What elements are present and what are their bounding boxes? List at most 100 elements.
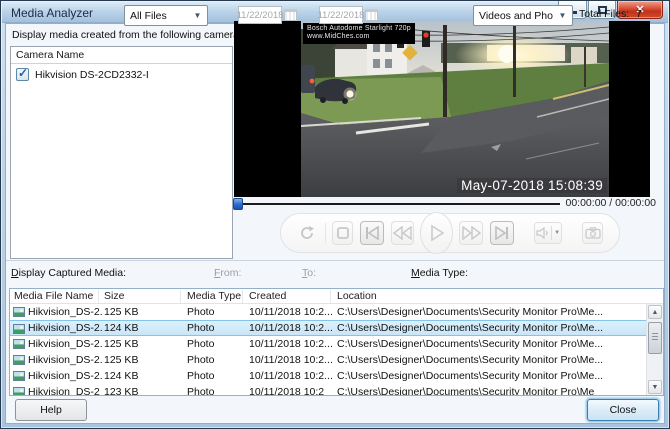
seek-thumb[interactable] xyxy=(233,198,243,210)
chevron-down-icon: ▼ xyxy=(190,8,205,23)
column-separator xyxy=(98,290,99,303)
fast-forward-button[interactable] xyxy=(459,221,483,245)
calendar-icon-2 xyxy=(365,9,378,21)
cell-file-name: Hikvision_DS-2... xyxy=(28,354,102,366)
table-row[interactable]: Hikvision_DS-2... 125 KB Photo 10/11/201… xyxy=(10,336,646,352)
media-type-label: Media Type: xyxy=(411,267,468,279)
camera-scene xyxy=(301,21,609,197)
cell-size: 125 KB xyxy=(104,354,174,366)
volume-dropdown-icon[interactable]: ▼ xyxy=(554,230,560,236)
cell-media-type: Photo xyxy=(187,306,245,318)
video-frame: Bosch Autodome Starlight 720p www.MidChe… xyxy=(301,21,609,197)
table-scrollbar[interactable]: ▲ ▼ xyxy=(646,304,663,395)
media-table: Media File Name Size Media Type Created … xyxy=(9,288,664,396)
table-row[interactable]: Hikvision_DS-2... 125 KB Photo 10/11/201… xyxy=(10,304,646,320)
cell-location: C:\Users\Designer\Documents\Security Mon… xyxy=(337,306,637,318)
scroll-up-button[interactable]: ▲ xyxy=(648,305,662,319)
volume-button[interactable]: ▼ xyxy=(534,222,562,244)
cell-file-name: Hikvision_DS-2... xyxy=(28,338,102,350)
cell-created: 10/11/2018 10:2... xyxy=(249,354,335,366)
time-display: 00:00:00 / 00:00:00 xyxy=(564,197,656,209)
repeat-button[interactable] xyxy=(297,220,318,246)
cell-size: 123 KB xyxy=(104,386,174,396)
cell-location: C:\Users\Designer\Documents\Security Mon… xyxy=(337,322,637,334)
cell-created: 10/11/2018 10:2... xyxy=(249,370,335,382)
table-row[interactable]: Hikvision_DS-2... 124 KB Photo 10/11/201… xyxy=(10,368,646,384)
table-row[interactable]: Hikvision_DS-2 123 KB Photo 10/11/2018 1… xyxy=(10,384,646,396)
cell-created: 10/11/2018 10:2 xyxy=(249,386,335,396)
cell-location: C:\Users\Designer\Documents\Security Mon… xyxy=(337,386,637,396)
camera-list-item[interactable]: ✓ Hikvision DS-2CD2332-I xyxy=(11,66,232,83)
camera-overlay-line2: www.MidChes.com xyxy=(307,33,411,41)
to-label: To: xyxy=(302,267,316,279)
table-header: Media File Name Size Media Type Created … xyxy=(10,289,663,304)
camera-timestamp: May-07-2018 15:08:39 xyxy=(457,178,607,193)
table-row-selected[interactable]: Hikvision_DS-2... 124 KB Photo 10/11/201… xyxy=(10,320,646,336)
camera-overlay-label: Bosch Autodome Starlight 720p www.MidChe… xyxy=(303,23,415,44)
cell-created: 10/11/2018 10:2... xyxy=(249,306,335,318)
snapshot-button[interactable] xyxy=(582,222,603,244)
scroll-down-button[interactable]: ▼ xyxy=(648,380,662,394)
camera-checkbox[interactable]: ✓ xyxy=(16,68,29,81)
seek-track[interactable] xyxy=(238,203,560,205)
column-created[interactable]: Created xyxy=(249,290,286,302)
display-captured-media-label: Display Captured Media: xyxy=(11,267,126,279)
scrollbar-grip xyxy=(652,336,658,337)
cell-media-type: Photo xyxy=(187,338,245,350)
to-date-input[interactable]: 11/22/2018 xyxy=(319,6,363,24)
cell-size: 124 KB xyxy=(104,370,174,382)
cell-file-name: Hikvision_DS-2... xyxy=(28,370,102,382)
camera-list-header[interactable]: Camera Name xyxy=(11,47,232,64)
calendar-icon xyxy=(284,9,297,21)
cell-created: 10/11/2018 10:2... xyxy=(249,322,335,334)
playback-control-bar: ▼ xyxy=(280,213,620,253)
rewind-button[interactable] xyxy=(391,221,415,245)
cell-size: 124 KB xyxy=(104,322,174,334)
next-frame-button[interactable] xyxy=(490,221,514,245)
photo-file-icon xyxy=(13,371,25,381)
to-calendar-button[interactable] xyxy=(364,6,379,23)
table-row[interactable]: Hikvision_DS-2... 125 KB Photo 10/11/201… xyxy=(10,352,646,368)
stop-button[interactable] xyxy=(332,221,353,245)
photo-file-icon xyxy=(13,355,25,365)
chevron-down-icon-2: ▼ xyxy=(555,8,570,23)
cell-location: C:\Users\Designer\Documents\Security Mon… xyxy=(337,338,637,350)
total-files-label: Total Files: xyxy=(579,8,629,20)
column-size[interactable]: Size xyxy=(104,290,124,302)
controls-separator xyxy=(325,223,326,243)
media-type-dropdown[interactable]: Videos and Pho ▼ xyxy=(473,5,573,26)
checkmark-icon: ✓ xyxy=(18,66,28,80)
cell-media-type: Photo xyxy=(187,386,245,396)
from-calendar-button[interactable] xyxy=(283,6,298,23)
photo-file-icon xyxy=(13,387,25,396)
photo-file-icon xyxy=(13,324,25,334)
help-button[interactable]: Help xyxy=(15,399,87,421)
from-date-input[interactable]: 11/22/2018 xyxy=(238,6,282,24)
total-files-value: 7 xyxy=(636,8,642,20)
cell-media-type: Photo xyxy=(187,322,245,334)
camera-overlay-line1: Bosch Autodome Starlight 720p xyxy=(307,25,411,33)
column-media-type[interactable]: Media Type xyxy=(187,290,241,302)
video-player-area: Bosch Autodome Starlight 720p www.MidChe… xyxy=(234,21,650,197)
column-media-file-name[interactable]: Media File Name xyxy=(14,290,93,302)
play-button[interactable] xyxy=(420,212,453,254)
cell-created: 10/11/2018 10:2... xyxy=(249,338,335,350)
previous-frame-button[interactable] xyxy=(360,221,384,245)
window-title: Media Analyzer xyxy=(11,6,93,20)
total-files: Total Files: 7 xyxy=(579,8,642,20)
column-separator xyxy=(242,290,243,303)
display-media-dropdown[interactable]: All Files ▼ xyxy=(124,5,208,26)
media-analyzer-window: Media Analyzer ✕ Display media created f… xyxy=(0,0,670,429)
column-separator xyxy=(180,290,181,303)
cell-file-name: Hikvision_DS-2... xyxy=(28,322,102,334)
scrollbar-thumb[interactable] xyxy=(648,322,662,354)
close-button[interactable]: Close xyxy=(587,399,659,421)
cell-file-name: Hikvision_DS-2 xyxy=(28,386,102,396)
display-media-value: All Files xyxy=(130,10,167,22)
column-separator xyxy=(330,290,331,303)
photo-file-icon xyxy=(13,339,25,349)
from-label: From: xyxy=(214,267,241,279)
cell-size: 125 KB xyxy=(104,306,174,318)
column-location[interactable]: Location xyxy=(337,290,377,302)
camera-name: Hikvision DS-2CD2332-I xyxy=(35,69,149,81)
